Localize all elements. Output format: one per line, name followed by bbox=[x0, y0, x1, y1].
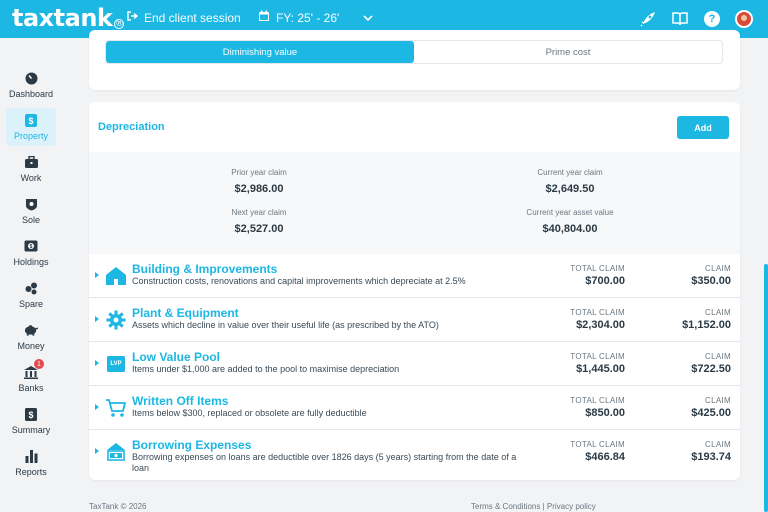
expand-caret-icon[interactable] bbox=[95, 316, 99, 322]
depreciation-method-toggle: Diminishing value Prime cost bbox=[105, 40, 723, 64]
spare-icon bbox=[24, 281, 38, 295]
sidebar-item-summary[interactable]: $ Summary bbox=[6, 402, 56, 440]
sidebar-item-dashboard[interactable]: Dashboard bbox=[6, 66, 56, 104]
depreciation-method-card: Diminishing value Prime cost bbox=[89, 30, 740, 90]
gear-icon bbox=[105, 309, 127, 331]
fy-label: FY: 25' - 26' bbox=[276, 10, 340, 25]
lvp-icon: LVP bbox=[105, 353, 127, 375]
sidebar-item-work[interactable]: Work bbox=[6, 150, 56, 188]
sidebar: Dashboard $ Property Work Sole $ Holding… bbox=[0, 38, 62, 512]
sidebar-item-holdings[interactable]: $ Holdings bbox=[6, 234, 56, 272]
depreciation-row-building[interactable]: Building & Improvements Construction cos… bbox=[89, 254, 740, 298]
rocket-icon[interactable] bbox=[638, 9, 658, 29]
notification-badge: 1 bbox=[34, 359, 44, 369]
help-icon[interactable]: ? bbox=[702, 9, 722, 29]
svg-text:$: $ bbox=[30, 244, 33, 250]
add-button[interactable]: Add bbox=[677, 116, 729, 139]
holdings-icon: $ bbox=[24, 239, 38, 253]
calendar-icon bbox=[258, 10, 270, 25]
next-year-claim: Next year claim $2,527.00 bbox=[231, 208, 287, 235]
sole-icon bbox=[24, 197, 38, 211]
property-icon: $ bbox=[24, 113, 38, 127]
book-icon[interactable] bbox=[670, 9, 690, 29]
work-icon bbox=[24, 155, 38, 169]
depreciation-list: Building & Improvements Construction cos… bbox=[89, 254, 740, 474]
sidebar-item-sole[interactable]: Sole bbox=[6, 192, 56, 230]
cart-icon bbox=[105, 397, 127, 419]
sidebar-item-banks[interactable]: 1 Banks bbox=[6, 359, 56, 398]
prime-cost-option[interactable]: Prime cost bbox=[414, 41, 722, 63]
end-session-label: End client session bbox=[144, 10, 241, 25]
avatar[interactable] bbox=[734, 9, 754, 29]
money-icon bbox=[24, 323, 38, 337]
depreciation-summary: Prior year claim $2,986.00 Current year … bbox=[89, 152, 740, 254]
depreciation-row-low-value-pool[interactable]: LVP Low Value Pool Items under $1,000 ar… bbox=[89, 342, 740, 386]
depreciation-row-plant[interactable]: Plant & Equipment Assets which decline i… bbox=[89, 298, 740, 342]
diminishing-value-option[interactable]: Diminishing value bbox=[106, 41, 414, 63]
sidebar-item-spare[interactable]: Spare bbox=[6, 276, 56, 314]
summary-icon: $ bbox=[24, 407, 38, 421]
copyright-text: TaxTank © 2026 bbox=[89, 502, 147, 511]
expand-caret-icon[interactable] bbox=[95, 404, 99, 410]
sidebar-item-property[interactable]: $ Property bbox=[6, 108, 56, 146]
depreciation-card: Depreciation Add Prior year claim $2,986… bbox=[89, 102, 740, 480]
expand-caret-icon[interactable] bbox=[95, 272, 99, 278]
reports-icon bbox=[24, 449, 38, 463]
current-year-claim: Current year claim $2,649.50 bbox=[537, 168, 603, 195]
depreciation-title: Depreciation bbox=[98, 121, 165, 133]
expand-caret-icon[interactable] bbox=[95, 448, 99, 454]
chevron-down-icon bbox=[363, 11, 373, 25]
footer: TaxTank © 2026 Terms & Conditions | Priv… bbox=[89, 502, 740, 511]
prior-year-claim: Prior year claim $2,986.00 bbox=[231, 168, 287, 195]
footer-links[interactable]: Terms & Conditions | Privacy policy bbox=[471, 502, 596, 511]
financial-year-selector[interactable]: FY: 25' - 26' bbox=[258, 10, 373, 25]
sidebar-item-money[interactable]: Money bbox=[6, 318, 56, 356]
banks-icon: 1 bbox=[24, 359, 44, 379]
depreciation-header: Depreciation Add bbox=[89, 102, 740, 152]
svg-text:$: $ bbox=[28, 410, 33, 420]
building-icon bbox=[105, 265, 127, 287]
taxtank-logo[interactable]: taxtank ® bbox=[12, 4, 125, 32]
svg-text:$: $ bbox=[28, 116, 33, 126]
dashboard-icon bbox=[24, 71, 38, 85]
sidebar-item-reports[interactable]: Reports bbox=[6, 444, 56, 482]
depreciation-row-borrowing[interactable]: Borrowing Expenses Borrowing expenses on… bbox=[89, 430, 740, 474]
depreciation-row-written-off[interactable]: Written Off Items Items below $300, repl… bbox=[89, 386, 740, 430]
sign-out-icon bbox=[126, 10, 139, 25]
scrollbar-thumb[interactable] bbox=[764, 264, 768, 512]
current-year-asset-value: Current year asset value $40,804.00 bbox=[526, 208, 614, 235]
borrowing-icon bbox=[105, 441, 127, 463]
end-client-session-button[interactable]: End client session bbox=[126, 10, 241, 25]
expand-caret-icon[interactable] bbox=[95, 360, 99, 366]
